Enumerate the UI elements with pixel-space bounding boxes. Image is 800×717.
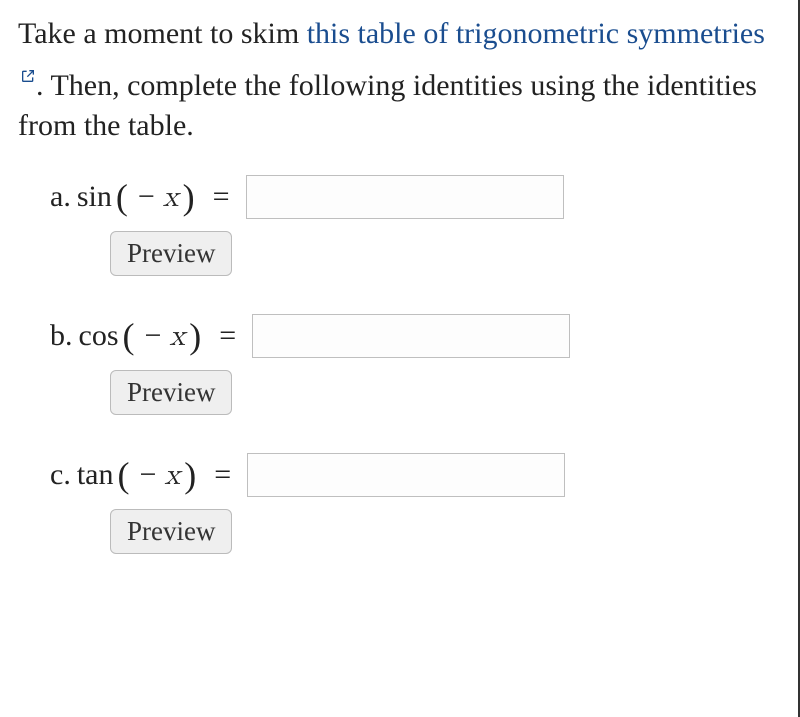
external-link-icon	[20, 55, 36, 96]
fn-sin: sin	[77, 182, 112, 212]
part-b: b. cos(−x) = Preview	[50, 314, 780, 415]
part-c-label: c.	[50, 460, 71, 490]
part-c: c. tan(−x) = Preview	[50, 453, 780, 554]
minus-sign: −	[133, 460, 162, 490]
answer-input-a[interactable]	[246, 175, 564, 219]
link-text: this table of trigonometric symmetries	[307, 17, 765, 50]
close-paren: )	[181, 179, 197, 215]
close-paren: )	[182, 457, 198, 493]
equals-sign: =	[204, 460, 241, 490]
open-paren: (	[121, 318, 137, 354]
part-c-expression: tan(−x)	[77, 457, 198, 493]
answer-input-c[interactable]	[247, 453, 565, 497]
preview-button-c[interactable]: Preview	[110, 509, 232, 554]
prompt-post: . Then, complete the following identitie…	[18, 69, 757, 143]
part-b-expression: cos(−x)	[79, 318, 204, 354]
part-c-row: c. tan(−x) =	[50, 453, 780, 497]
prompt-pre: Take a moment to skim	[18, 17, 307, 50]
variable-x: x	[164, 460, 180, 490]
part-a: a. sin(−x) = Preview	[50, 175, 780, 276]
open-paren: (	[115, 457, 131, 493]
fn-tan: tan	[77, 460, 114, 490]
part-a-expression: sin(−x)	[77, 179, 197, 215]
open-paren: (	[114, 179, 130, 215]
question-parts: a. sin(−x) = Preview b. cos(−x) = Previe…	[18, 175, 780, 554]
close-paren: )	[187, 318, 203, 354]
part-b-row: b. cos(−x) =	[50, 314, 780, 358]
variable-x: x	[169, 321, 185, 351]
minus-sign: −	[132, 182, 161, 212]
question-prompt: Take a moment to skim this table of trig…	[18, 14, 780, 147]
fn-cos: cos	[79, 321, 119, 351]
part-b-label: b.	[50, 321, 73, 351]
part-a-row: a. sin(−x) =	[50, 175, 780, 219]
part-a-label: a.	[50, 182, 71, 212]
equals-sign: =	[209, 321, 246, 351]
preview-button-a[interactable]: Preview	[110, 231, 232, 276]
equals-sign: =	[203, 182, 240, 212]
minus-sign: −	[139, 321, 168, 351]
answer-input-b[interactable]	[252, 314, 570, 358]
preview-button-b[interactable]: Preview	[110, 370, 232, 415]
variable-x: x	[163, 182, 179, 212]
